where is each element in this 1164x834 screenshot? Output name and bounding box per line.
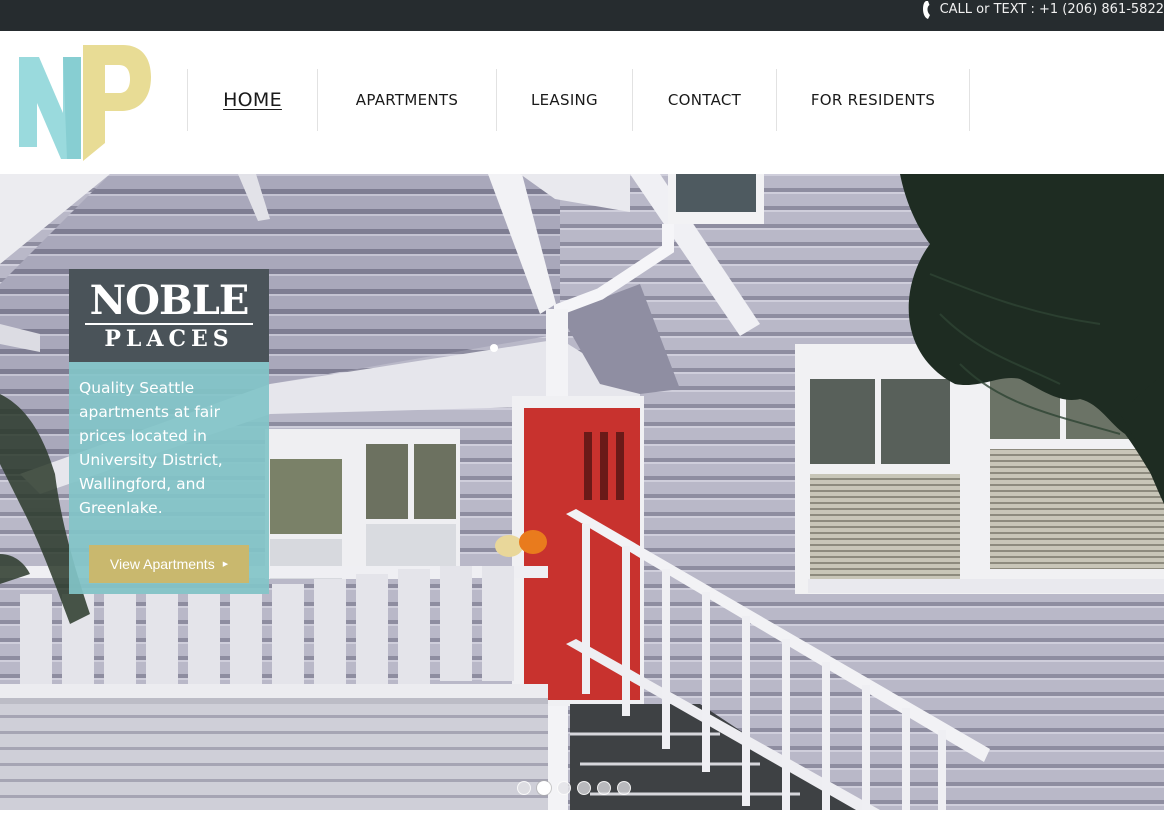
contact-text: CALL or TEXT : +1 (206) 861-5822	[939, 2, 1164, 17]
slider-dot-5[interactable]	[597, 781, 611, 795]
nav-for-residents[interactable]: FOR RESIDENTS	[776, 69, 970, 131]
np-logo[interactable]	[17, 43, 152, 161]
nav-apartments-label: APARTMENTS	[355, 91, 459, 109]
slider-dot-4[interactable]	[577, 781, 591, 795]
nav-home-label: HOME	[223, 89, 282, 111]
brand-panel: NOBLE PLACES Quality Seattle apartments …	[69, 269, 269, 594]
nav-contact[interactable]: CONTACT	[632, 69, 776, 131]
nav-home[interactable]: HOME	[187, 69, 317, 131]
contact-info[interactable]: CALL or TEXT : +1 (206) 861-5822	[922, 0, 1164, 31]
view-apartments-label: View Apartments	[109, 556, 215, 572]
site-header: HOME APARTMENTS LEASING CONTACT FOR RESI…	[0, 31, 1164, 174]
hero-slider: NOBLE PLACES Quality Seattle apartments …	[0, 174, 1164, 810]
brand-divider	[85, 322, 253, 325]
view-apartments-button[interactable]: View Apartments ▶	[89, 545, 249, 583]
nav-for-residents-label: FOR RESIDENTS	[810, 91, 936, 109]
slider-dot-3[interactable]	[557, 781, 571, 795]
phone-icon	[922, 1, 930, 19]
slider-dots	[517, 781, 631, 795]
slider-dot-2[interactable]	[537, 781, 551, 795]
brand-name-line2: PLACES	[104, 325, 234, 352]
brand-logo: NOBLE PLACES	[69, 269, 269, 362]
brand-tagline: Quality Seattle apartments at fair price…	[79, 379, 223, 517]
main-nav: HOME APARTMENTS LEASING CONTACT FOR RESI…	[187, 69, 970, 131]
nav-leasing[interactable]: LEASING	[496, 69, 632, 131]
slider-dot-6[interactable]	[617, 781, 631, 795]
nav-leasing-label: LEASING	[531, 91, 598, 109]
slider-dot-1[interactable]	[517, 781, 531, 795]
brand-name-line1: NOBLE	[89, 276, 250, 324]
triangle-right-icon: ▶	[222, 561, 229, 568]
top-bar: CALL or TEXT : +1 (206) 861-5822	[0, 0, 1164, 31]
nav-apartments[interactable]: APARTMENTS	[317, 69, 496, 131]
brand-description: Quality Seattle apartments at fair price…	[69, 362, 269, 594]
nav-contact-label: CONTACT	[667, 91, 742, 109]
